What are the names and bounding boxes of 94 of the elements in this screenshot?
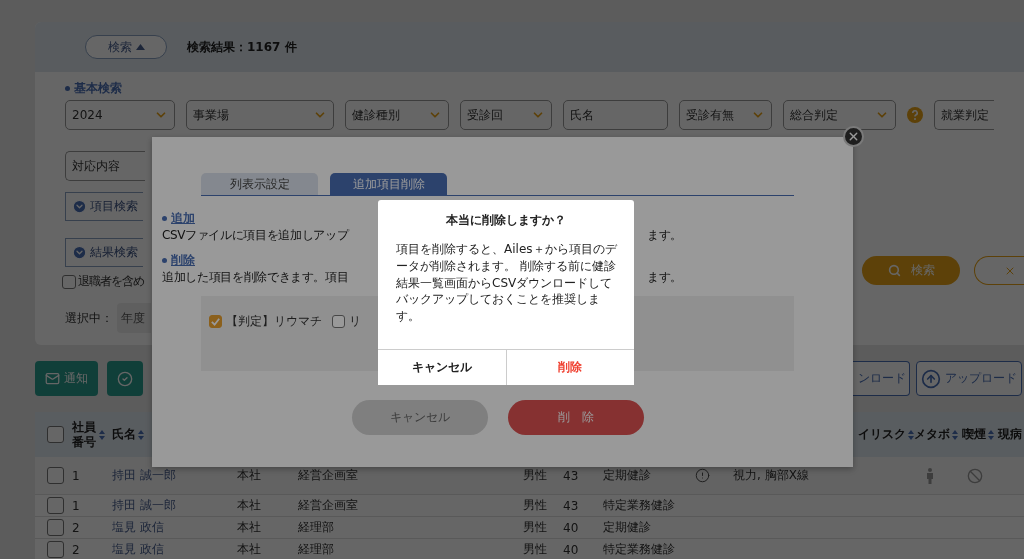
result-count: 検索結果：1167 件 [187,38,297,56]
checkbox[interactable] [62,274,76,289]
search-icon [887,264,901,277]
table-cell-text: 経営企画室 [298,467,359,484]
description-text: 追加した項目を削除できます。項目 [162,269,349,286]
table-cell-text: 特定業務健診 [603,541,676,558]
row-checkbox[interactable] [47,541,64,558]
dropdown[interactable]: 健診種別 [345,100,449,130]
checkbox-label: リ [349,313,361,330]
bullet-dot [162,258,167,263]
sort-icon[interactable] [138,429,144,440]
dropdown[interactable]: 就業判定 [934,100,994,130]
description-text: ます。 [647,227,682,244]
mail-icon [45,371,60,386]
sort-icon[interactable] [98,429,105,440]
name-input[interactable]: 氏名 [563,100,668,130]
delete-button[interactable]: 削 除 [507,400,644,435]
cancel-button[interactable]: キャンセル [351,400,488,435]
table-cell-text: 経営企画室 [298,497,359,514]
table-cell-text: 経理部 [298,519,335,536]
description-text: CSVファイルに項目を追加しアップ [162,227,349,244]
tab[interactable]: 追加項目削除 [330,173,447,195]
table-cell-text: 2 [72,520,81,535]
bullet-dot [65,86,70,91]
column-header[interactable]: イリスク [850,426,914,443]
employee-name-link[interactable]: 持田 誠一郎 [112,497,237,514]
column-header[interactable]: 現病 [998,426,1024,443]
table-cell-text: 43 [563,468,580,483]
table-cell-text: 1 [72,468,81,483]
table-cell-text: 男性 [523,519,548,536]
table-cell-text: 40 [563,520,580,535]
chevron-circle-icon [72,245,87,260]
dropdown[interactable]: 受診有無 [679,100,772,130]
table-cell-text: 43 [563,498,580,513]
checkbox-label: 【判定】リウマチ [226,313,322,330]
clear-button[interactable] [974,256,1024,285]
description-text: ます。 [647,269,682,286]
table-cell-text: 40 [563,542,580,557]
table-cell-text: 本社 [237,497,262,514]
tab[interactable]: 列表示設定 [201,173,318,195]
toolbar-button[interactable] [107,361,143,396]
caret-up-icon [135,44,145,50]
table-cell-text: 男性 [523,467,548,484]
table-cell-text: 特定業務健診 [603,497,676,514]
sort-icon[interactable] [952,429,958,440]
dropdown[interactable]: 2024 [65,100,175,130]
selection-label: 選択中： [65,309,113,327]
dialog-title: 本当に削除しますか？ [445,212,567,229]
table-cell-text: 本社 [237,467,262,484]
dialog-message: 項目を削除すると、Ailes＋から項目のデータが削除されます。 削除する前に健診結果一覧画面からCSVダウンロードしてバックアップしておくことを推奨します。 [396,241,618,325]
section-label: 基本検索 [74,80,122,97]
dropdown[interactable]: 受診回 [460,100,552,130]
row-checkbox[interactable] [47,497,64,514]
search-button[interactable]: 検索 [862,256,960,285]
table-cell-text: 定期健診 [603,519,652,536]
row-checkbox[interactable] [47,519,64,536]
table-cell-text: 男性 [523,541,548,558]
upload-icon [921,368,941,389]
dropdown[interactable]: 総合判定 [783,100,896,130]
column-header[interactable]: 喫煙 [962,426,998,443]
checkbox[interactable] [209,315,222,328]
search-toggle-button[interactable]: 検索 [85,35,167,59]
table-cell-text: 2 [72,542,81,557]
table-cell-text: 経理部 [298,541,335,558]
table-cell-text: 1 [72,498,81,513]
table-cell-text: 視力, 胸部X線 [733,467,810,484]
table-cell-text: 男性 [523,497,548,514]
section-heading-link[interactable]: 追加 [171,210,195,227]
checkbox-label: 退職者を含め [78,273,144,290]
sort-icon[interactable] [908,429,914,440]
employee-name-link[interactable]: 塩見 政信 [112,541,237,558]
help-icon[interactable] [907,107,923,123]
row-checkbox[interactable] [47,467,64,484]
section-heading-link[interactable]: 削除 [171,252,195,269]
expand-toggle-button[interactable]: 結果検索 [65,238,143,267]
checkbox[interactable] [332,315,345,328]
select-all-checkbox[interactable] [47,426,64,443]
expand-toggle-button[interactable]: 項目検索 [65,192,143,221]
close-icon [847,130,860,143]
toolbar-button[interactable]: 通知 [35,361,98,396]
dropdown[interactable]: 対応内容 [65,151,145,181]
table-cell-text: 定期健診 [603,467,652,484]
table-cell-text: 本社 [237,541,262,558]
chevron-circle-icon [72,199,87,214]
table-cell-text: 本社 [237,519,262,536]
selection-chip: 年度 [117,303,151,333]
cancel-button[interactable]: キャンセル [378,350,507,385]
check-circle-icon [117,370,133,387]
dropdown[interactable]: 事業場 [186,100,334,130]
bullet-dot [162,216,167,221]
sort-icon[interactable] [988,429,994,440]
employee-name-link[interactable]: 塩見 政信 [112,519,237,536]
column-header[interactable]: メタボ [914,426,962,443]
column-header[interactable]: 社員番号 [72,419,112,450]
